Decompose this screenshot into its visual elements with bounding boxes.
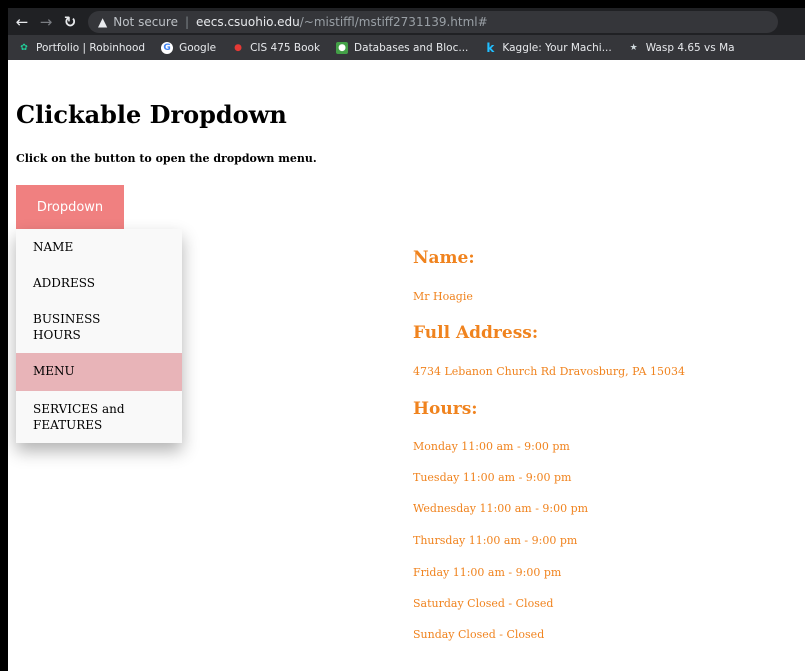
reload-icon[interactable]: ↻ [60, 12, 80, 32]
bookmark-robinhood[interactable]: ✿ Portfolio | Robinhood [18, 42, 145, 54]
browser-window: ← → ↻ ▲ Not secure | eecs.csuohio.edu /~… [8, 8, 805, 671]
back-arrow-icon[interactable]: ← [12, 12, 32, 32]
url-host: eecs.csuohio.edu [196, 14, 300, 29]
hours-tuesday: Tuesday 11:00 am - 9:00 pm [413, 471, 572, 484]
menu-item-name[interactable]: NAME [16, 229, 182, 265]
bookmark-label: Google [179, 41, 217, 54]
bookmarks-bar: ✿ Portfolio | Robinhood G Google ● CIS 4… [8, 35, 805, 60]
hours-saturday: Saturday Closed - Closed [413, 597, 554, 610]
security-label: Not secure [113, 14, 178, 29]
hours-heading: Hours: [413, 399, 478, 419]
bookmark-label: Wasp 4.65 vs Ma [645, 41, 735, 54]
bookmark-kaggle[interactable]: k Kaggle: Your Machi... [484, 40, 612, 55]
name-heading: Name: [413, 248, 475, 268]
book-icon: ● [234, 42, 243, 53]
dropdown-button[interactable]: Dropdown [16, 185, 124, 229]
dropdown-menu: NAME ADDRESS BUSINESS HOURS MENU SERVICE… [16, 229, 182, 443]
bookmark-cis475[interactable]: ● CIS 475 Book [232, 42, 320, 54]
address-bar: ← → ↻ ▲ Not secure | eecs.csuohio.edu /~… [8, 8, 805, 35]
url-separator: | [184, 14, 190, 29]
hours-sunday: Sunday Closed - Closed [413, 628, 545, 641]
bookmark-label: Databases and Bloc... [354, 41, 469, 54]
bookmark-label: Kaggle: Your Machi... [502, 41, 612, 54]
bookmark-google[interactable]: G Google [161, 41, 217, 54]
hours-friday: Friday 11:00 am - 9:00 pm [413, 566, 562, 579]
screen-frame: ← → ↻ ▲ Not secure | eecs.csuohio.edu /~… [0, 0, 805, 671]
bookmark-databases[interactable]: ● Databases and Bloc... [336, 41, 469, 54]
wasp-icon: ★ [629, 42, 638, 53]
hours-thursday: Thursday 11:00 am - 9:00 pm [413, 534, 578, 547]
menu-item-business-hours[interactable]: BUSINESS HOURS [16, 301, 159, 353]
name-value: Mr Hoagie [413, 290, 473, 303]
address-value: 4734 Lebanon Church Rd Dravosburg, PA 15… [413, 365, 685, 378]
page-content: Clickable Dropdown Click on the button t… [8, 60, 805, 671]
bookmark-label: Portfolio | Robinhood [36, 41, 146, 54]
menu-item-services[interactable]: SERVICES and FEATURES [16, 391, 179, 443]
page-title: Clickable Dropdown [16, 100, 287, 129]
bookmark-wasp[interactable]: ★ Wasp 4.65 vs Ma [628, 42, 735, 54]
address-heading: Full Address: [413, 323, 539, 343]
hours-monday: Monday 11:00 am - 9:00 pm [413, 440, 570, 453]
kaggle-icon: k [486, 40, 495, 55]
bookmark-label: CIS 475 Book [250, 41, 321, 54]
menu-item-menu[interactable]: MENU [16, 353, 182, 391]
warning-icon: ▲ [98, 14, 108, 29]
hours-wednesday: Wednesday 11:00 am - 9:00 pm [413, 502, 589, 515]
database-icon: ● [336, 41, 349, 54]
forward-arrow-icon[interactable]: → [36, 12, 56, 32]
url-path: /~mistiffl/mstiff2731139.html# [299, 14, 488, 29]
google-icon: G [161, 41, 174, 54]
url-input[interactable]: ▲ Not secure | eecs.csuohio.edu /~mistif… [88, 10, 778, 33]
robinhood-icon: ✿ [20, 42, 28, 53]
page-subtitle: Click on the button to open the dropdown… [16, 152, 317, 165]
menu-item-address[interactable]: ADDRESS [16, 265, 182, 301]
